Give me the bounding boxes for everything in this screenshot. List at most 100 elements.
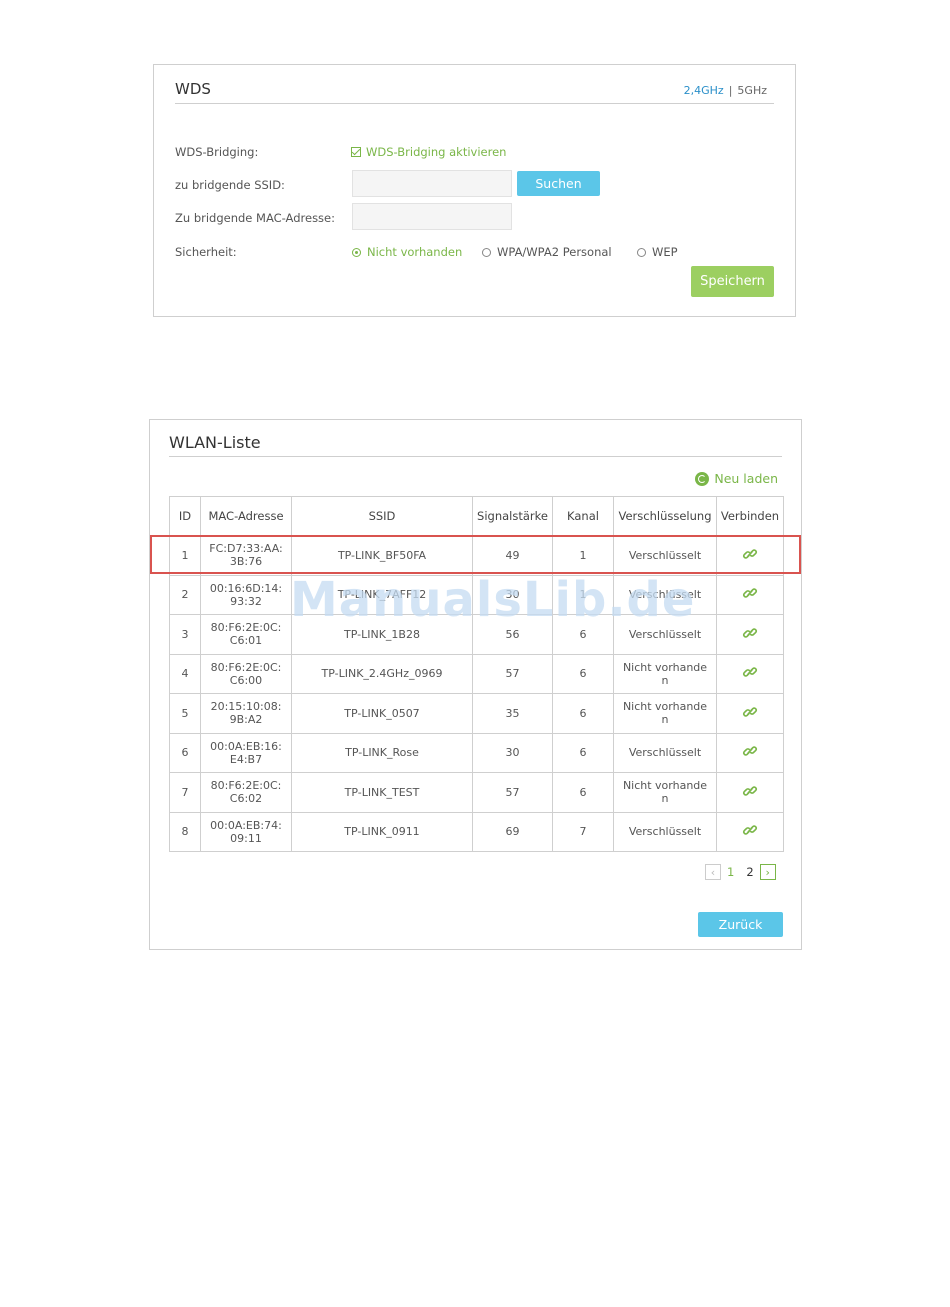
cell-mac: 80:F6:2E:0C: C6:01 — [200, 614, 292, 655]
reload-button[interactable]: Neu laden — [695, 471, 778, 486]
cell-connect[interactable] — [716, 653, 784, 694]
search-button[interactable]: Suchen — [517, 171, 600, 196]
table-header-row: ID MAC-Adresse SSID Signalstärke Kanal V… — [169, 496, 784, 536]
encryption-line: n — [661, 713, 669, 727]
wlan-list-title: WLAN-Liste — [169, 433, 261, 452]
security-option-label[interactable]: WEP — [652, 245, 678, 259]
mac-line: 93:32 — [230, 594, 262, 608]
refresh-icon[interactable] — [695, 471, 710, 486]
radio-selected-icon[interactable] — [352, 247, 361, 257]
row-highlight-box — [150, 535, 801, 574]
cell-connect[interactable] — [716, 732, 784, 773]
mac-line: C6:01 — [229, 634, 263, 648]
cell-encryption: Nicht vorhande n — [613, 772, 717, 813]
checkbox-checked-icon[interactable] — [351, 147, 361, 157]
cell-channel: 6 — [552, 772, 614, 813]
security-option-wpa[interactable]: WPA/WPA2 Personal — [482, 245, 612, 259]
mac-line: 00:0A:EB:16: — [210, 739, 282, 753]
mac-line: 9B:A2 — [229, 713, 263, 727]
table-row: 6 00:0A:EB:16: E4:B7 TP-LINK_Rose 30 6 Verschl… — [169, 732, 784, 773]
mac-label: Zu bridgende MAC-Adresse: — [175, 211, 336, 225]
security-option-wep[interactable]: WEP — [637, 245, 678, 259]
radio-unselected-icon[interactable] — [482, 247, 491, 257]
bridging-checkbox-label[interactable]: WDS-Bridging aktivieren — [366, 145, 506, 159]
encryption-line: Nicht vorhande — [622, 700, 708, 714]
security-label: Sicherheit: — [175, 245, 237, 259]
cell-id: 6 — [169, 732, 201, 773]
connect-link-icon[interactable] — [742, 825, 758, 841]
cell-channel: 1 — [552, 574, 614, 615]
cell-connect[interactable] — [716, 772, 784, 813]
mac-input[interactable] — [352, 203, 512, 230]
save-button[interactable]: Speichern — [691, 266, 774, 297]
table-row: 8 00:0A:EB:74: 09:11 TP-LINK_0911 69 7 Verschl… — [169, 811, 784, 852]
bridging-checkbox[interactable]: WDS-Bridging aktivieren — [351, 145, 506, 159]
table-row: 7 80:F6:2E:0C: C6:02 TP-LINK_TEST 57 6 Nicht v… — [169, 772, 784, 813]
cell-signal: 35 — [472, 693, 553, 734]
ssid-input[interactable] — [352, 170, 512, 197]
connect-link-icon[interactable] — [742, 667, 758, 683]
cell-connect[interactable] — [716, 693, 784, 734]
bridging-label: WDS-Bridging: — [175, 145, 259, 159]
encryption-line: Verschlüsselt — [628, 746, 702, 760]
encryption-line: n — [661, 673, 669, 687]
cell-ssid: TP-LINK_TEST — [291, 772, 473, 813]
cell-ssid: TP-LINK_2.4GHz_0969 — [291, 653, 473, 694]
connect-link-icon[interactable] — [742, 628, 758, 644]
next-page-button[interactable]: › — [759, 864, 776, 880]
cell-id: 7 — [169, 772, 201, 813]
column-header: Kanal — [552, 496, 614, 536]
cell-mac: 00:16:6D:14: 93:32 — [200, 574, 292, 615]
column-header: Verbinden — [716, 496, 784, 536]
security-option-label[interactable]: Nicht vorhanden — [367, 245, 462, 259]
page-2-link[interactable]: 2 — [746, 865, 753, 879]
connect-link-icon[interactable] — [742, 786, 758, 802]
cell-id: 8 — [169, 811, 201, 852]
prev-page-button[interactable]: ‹ — [705, 864, 721, 880]
mac-line: 00:16:6D:14: — [209, 581, 283, 595]
back-button[interactable]: Zurück — [698, 912, 783, 937]
cell-encryption: Verschlüsselt — [613, 574, 717, 615]
pagination: ‹ 1 2 › — [705, 864, 776, 880]
cell-ssid: TP-LINK_0507 — [291, 693, 473, 734]
cell-ssid: TP-LINK_Rose — [291, 732, 473, 773]
cell-id: 4 — [169, 653, 201, 694]
security-option-none[interactable]: Nicht vorhanden — [352, 245, 462, 259]
security-option-label[interactable]: WPA/WPA2 Personal — [497, 245, 612, 259]
cell-encryption: Verschlüsselt — [613, 614, 717, 655]
encryption-line: Verschlüsselt — [628, 627, 702, 641]
mac-line: 09:11 — [230, 831, 262, 845]
encryption-line: n — [661, 792, 669, 806]
wds-title: WDS — [175, 80, 211, 98]
connect-link-icon[interactable] — [742, 707, 758, 723]
table-row: 4 80:F6:2E:0C: C6:00 TP-LINK_2.4GHz_0969 57 6… — [169, 653, 784, 694]
cell-signal: 30 — [472, 574, 553, 615]
ssid-label: zu bridgende SSID: — [175, 178, 285, 192]
cell-channel: 6 — [552, 732, 614, 773]
cell-connect[interactable] — [716, 574, 784, 615]
table-row: 5 20:15:10:08: 9B:A2 TP-LINK_0507 35 6 Nicht v… — [169, 693, 784, 734]
cell-connect[interactable] — [716, 811, 784, 852]
encryption-line: Verschlüsselt — [628, 825, 702, 839]
mac-line: 00:0A:EB:74: — [210, 818, 282, 832]
cell-connect[interactable] — [716, 614, 784, 655]
band-selector: 2,4GHz | 5GHz — [684, 84, 767, 97]
table-row: 2 00:16:6D:14: 93:32 TP-LINK_7AFF12 30 1 Versc… — [169, 574, 784, 615]
cell-ssid: TP-LINK_1B28 — [291, 614, 473, 655]
cell-channel: 6 — [552, 614, 614, 655]
band-2-4ghz-tab[interactable]: 2,4GHz — [684, 84, 724, 97]
wds-panel: WDS 2,4GHz | 5GHz WDS-Bridging: WDS-Bridgi… — [153, 64, 796, 317]
mac-line: 20:15:10:08: — [210, 700, 282, 714]
page-1-link[interactable]: 1 — [727, 865, 734, 879]
radio-unselected-icon[interactable] — [637, 247, 646, 257]
connect-link-icon[interactable] — [742, 588, 758, 604]
encryption-line: Nicht vorhande — [622, 660, 708, 674]
cell-signal: 57 — [472, 772, 553, 813]
mac-line: C6:00 — [229, 673, 263, 687]
cell-channel: 6 — [552, 693, 614, 734]
band-5ghz-tab[interactable]: 5GHz — [737, 84, 767, 97]
cell-mac: 00:0A:EB:74: 09:11 — [200, 811, 292, 852]
title-divider — [169, 456, 782, 457]
connect-link-icon[interactable] — [742, 746, 758, 762]
reload-label[interactable]: Neu laden — [714, 471, 778, 486]
